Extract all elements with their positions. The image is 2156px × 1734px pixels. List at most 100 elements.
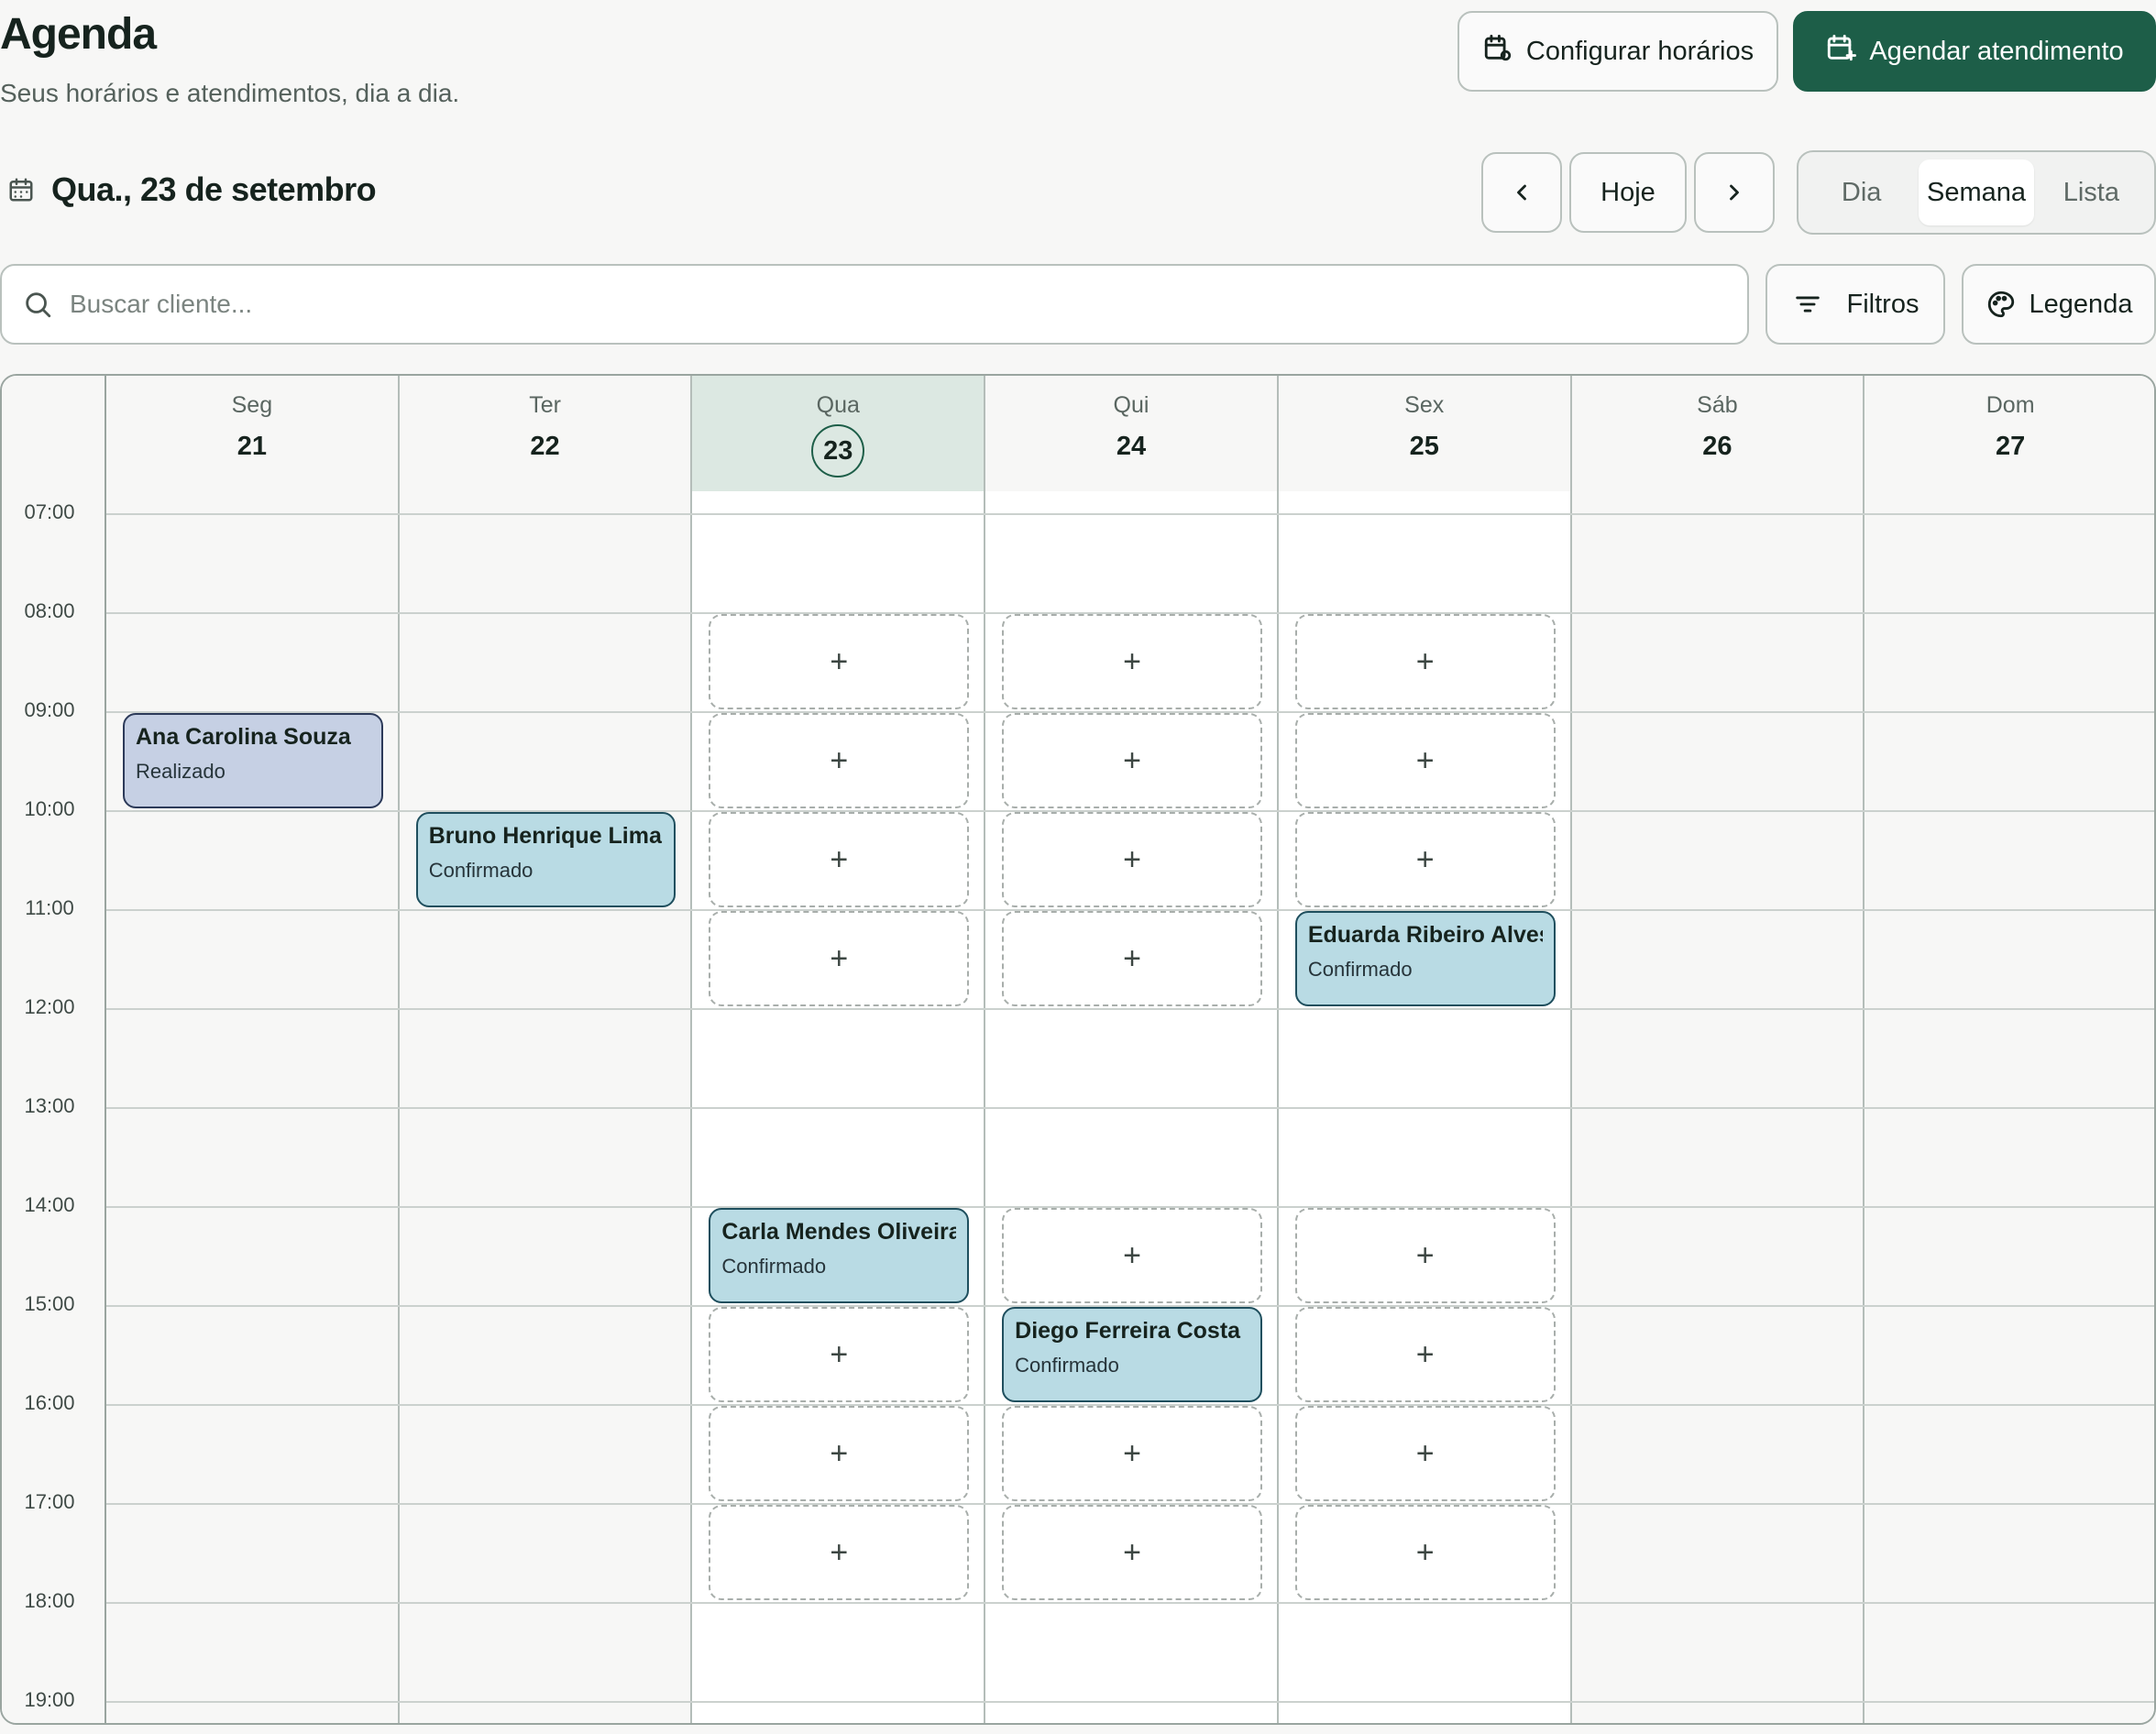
- available-slot[interactable]: +: [709, 1307, 970, 1402]
- plus-icon: +: [1123, 841, 1141, 877]
- available-slot[interactable]: +: [709, 713, 970, 808]
- time-label: 12:00: [24, 995, 75, 1018]
- schedule-appointment-button[interactable]: Agendar atendimento: [1793, 11, 2156, 92]
- today-button[interactable]: Hoje: [1569, 152, 1687, 233]
- view-day-tab[interactable]: Dia: [1804, 159, 1919, 225]
- legend-button[interactable]: Legenda: [1962, 264, 2156, 345]
- day-header[interactable]: Qui 24: [985, 376, 1279, 491]
- plus-icon: +: [830, 1336, 849, 1372]
- calendar-header: Seg 21 Ter 22 Qua 23 Qui 24 Sex 25 Sáb 26 Dom 27: [2, 376, 2154, 491]
- day-header[interactable]: Sex 25: [1278, 376, 1572, 491]
- day-header[interactable]: Sáb 26: [1571, 376, 1865, 491]
- search-input[interactable]: [70, 290, 1628, 319]
- view-switcher: Dia Semana Lista: [1797, 150, 2156, 235]
- day-name: Seg: [231, 392, 273, 418]
- available-slot[interactable]: +: [1294, 1406, 1556, 1501]
- previous-week-button[interactable]: [1481, 152, 1562, 233]
- plus-icon: +: [830, 1435, 849, 1471]
- available-slot[interactable]: +: [1002, 1208, 1262, 1303]
- hour-line: [106, 513, 2154, 515]
- appointment-card[interactable]: Carla Mendes Oliveira Confirmado: [709, 1208, 970, 1303]
- search-bar: [0, 264, 1749, 345]
- appointment-card[interactable]: Diego Ferreira Costa Confirmado: [1002, 1307, 1262, 1402]
- hour-line: [106, 1008, 2154, 1010]
- next-week-button[interactable]: [1694, 152, 1775, 233]
- chevron-left-icon: [1509, 180, 1534, 205]
- appointment-client-name: Eduarda Ribeiro Alves: [1307, 922, 1543, 948]
- calendar-icon: [7, 176, 35, 203]
- available-slot[interactable]: +: [1002, 1505, 1262, 1600]
- plus-icon: +: [1123, 643, 1141, 679]
- available-slot[interactable]: +: [709, 1505, 970, 1600]
- time-label: 15:00: [24, 1292, 75, 1315]
- day-number: 21: [236, 432, 267, 461]
- plus-icon: +: [1123, 940, 1141, 976]
- plus-icon: +: [1123, 1237, 1141, 1273]
- view-list-tab[interactable]: Lista: [2034, 159, 2149, 225]
- available-slot[interactable]: +: [709, 614, 970, 709]
- day-number: 22: [530, 432, 560, 461]
- day-name: Qua: [816, 392, 860, 418]
- day-name: Sáb: [1697, 392, 1738, 418]
- appointment-client-name: Bruno Henrique Lima: [428, 823, 662, 849]
- day-name: Qui: [1113, 392, 1150, 418]
- chevron-right-icon: [1722, 180, 1747, 205]
- header-gutter: [2, 376, 106, 491]
- day-header[interactable]: Qua 23: [692, 376, 986, 491]
- day-header[interactable]: Seg 21: [106, 376, 400, 491]
- day-name: Ter: [529, 392, 561, 418]
- available-slot[interactable]: +: [1294, 1505, 1556, 1600]
- time-gutter: 07:00 08:00 09:00 10:00 11:00 12:00 13:00 14:00…: [2, 491, 106, 1723]
- current-date-heading: Qua., 23 de setembro: [7, 170, 377, 209]
- time-label: 08:00: [24, 599, 75, 622]
- available-slot[interactable]: +: [709, 911, 970, 1006]
- view-week-tab[interactable]: Semana: [1919, 159, 2034, 225]
- hour-line: [106, 1602, 2154, 1604]
- day-header[interactable]: Ter 22: [399, 376, 693, 491]
- time-label: 16:00: [24, 1391, 75, 1414]
- schedule-appointment-label: Agendar atendimento: [1869, 36, 2124, 66]
- available-slot[interactable]: +: [1002, 713, 1262, 808]
- day-header[interactable]: Dom 27: [1864, 376, 2154, 491]
- configure-hours-button[interactable]: Configurar horários: [1458, 11, 1778, 92]
- time-label: 18:00: [24, 1589, 75, 1612]
- plus-icon: +: [1415, 1336, 1435, 1372]
- available-slot[interactable]: +: [709, 812, 970, 907]
- day-number: 27: [1996, 432, 2026, 461]
- available-slot[interactable]: +: [709, 1406, 970, 1501]
- plus-icon: +: [830, 841, 849, 877]
- available-slot[interactable]: +: [1002, 812, 1262, 907]
- day-number: 23: [811, 424, 865, 477]
- calendar-plus-icon: [1825, 32, 1857, 71]
- day-number: 24: [1116, 432, 1147, 461]
- day-number: 26: [1702, 432, 1732, 461]
- plus-icon: +: [1415, 742, 1435, 778]
- hour-line: [106, 1107, 2154, 1109]
- available-slot[interactable]: +: [1002, 911, 1262, 1006]
- available-slot[interactable]: +: [1294, 1307, 1556, 1402]
- available-slot[interactable]: +: [1294, 812, 1556, 907]
- available-slot[interactable]: +: [1002, 1406, 1262, 1501]
- today-label: Hoje: [1600, 177, 1656, 207]
- available-slot[interactable]: +: [1294, 614, 1556, 709]
- calendar-grid: 07:00 08:00 09:00 10:00 11:00 12:00 13:00 14:00…: [2, 491, 2154, 1723]
- appointment-client-name: Diego Ferreira Costa: [1015, 1318, 1241, 1344]
- appointment-card[interactable]: Eduarda Ribeiro Alves Confirmado: [1294, 911, 1556, 1006]
- plus-icon: +: [830, 643, 849, 679]
- available-slot[interactable]: +: [1294, 713, 1556, 808]
- appointment-card[interactable]: Bruno Henrique Lima Confirmado: [415, 812, 676, 907]
- filters-button[interactable]: Filtros: [1766, 264, 1945, 345]
- configure-hours-label: Configurar horários: [1525, 36, 1754, 66]
- plus-icon: +: [1123, 742, 1141, 778]
- week-calendar: Seg 21 Ter 22 Qua 23 Qui 24 Sex 25 Sáb 26 Dom 27 07:0…: [0, 374, 2156, 1725]
- current-date-label: Qua., 23 de setembro: [51, 170, 377, 208]
- plus-icon: +: [1415, 841, 1435, 877]
- plus-icon: +: [830, 742, 849, 778]
- appointment-client-name: Ana Carolina Souza: [136, 724, 351, 750]
- time-label: 10:00: [24, 797, 75, 820]
- time-label: 19:00: [24, 1688, 75, 1711]
- appointment-card[interactable]: Ana Carolina Souza Realizado: [123, 713, 383, 808]
- available-slot[interactable]: +: [1002, 614, 1262, 709]
- plus-icon: +: [1123, 1534, 1141, 1570]
- available-slot[interactable]: +: [1294, 1208, 1556, 1303]
